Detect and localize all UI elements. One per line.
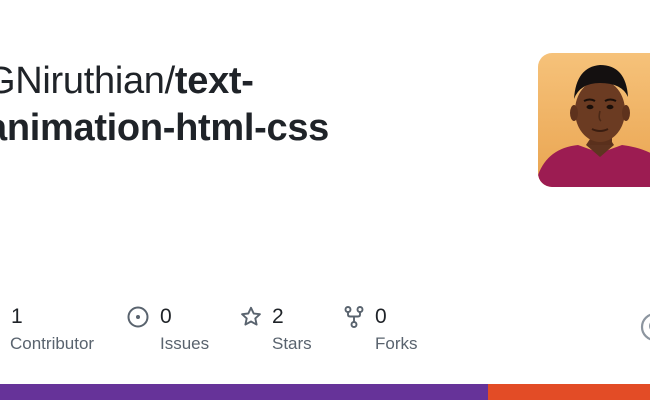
- repo-name-part-1: text-: [174, 60, 254, 102]
- repo-name-part-2: animation-html-css: [0, 107, 329, 149]
- avatar-photo: [538, 53, 650, 187]
- github-mark-icon: [640, 313, 650, 341]
- repo-title[interactable]: GNiruthian/text- animation-html-css: [0, 58, 486, 152]
- stars-count: 2: [272, 305, 284, 328]
- stat-forks[interactable]: 0 Forks: [342, 304, 442, 356]
- stat-issues[interactable]: 0 Issues: [126, 304, 226, 356]
- repo-forked-icon: [344, 306, 364, 328]
- stars-label: Stars: [272, 334, 312, 353]
- repo-social-card: GNiruthian/text- animation-html-css 1 Co…: [0, 0, 650, 400]
- stat-contributors[interactable]: 1 Contributor: [10, 304, 110, 356]
- contributors-count: 1: [11, 305, 23, 328]
- language-bar: [0, 384, 650, 400]
- issue-opened-icon: [127, 306, 149, 328]
- forks-label: Forks: [375, 334, 418, 353]
- contributors-label: Contributor: [10, 334, 95, 353]
- stat-stars[interactable]: 2 Stars: [239, 304, 329, 356]
- issues-count: 0: [160, 305, 172, 328]
- repo-title-line-1: GNiruthian/text-: [0, 58, 486, 105]
- star-icon: [241, 306, 261, 326]
- language-segment-css: [0, 384, 488, 400]
- language-segment-html: [487, 384, 650, 400]
- forks-count: 0: [375, 305, 387, 328]
- repo-owner: GNiruthian/: [0, 60, 175, 102]
- issues-label: Issues: [160, 334, 210, 353]
- owner-avatar[interactable]: [538, 53, 650, 187]
